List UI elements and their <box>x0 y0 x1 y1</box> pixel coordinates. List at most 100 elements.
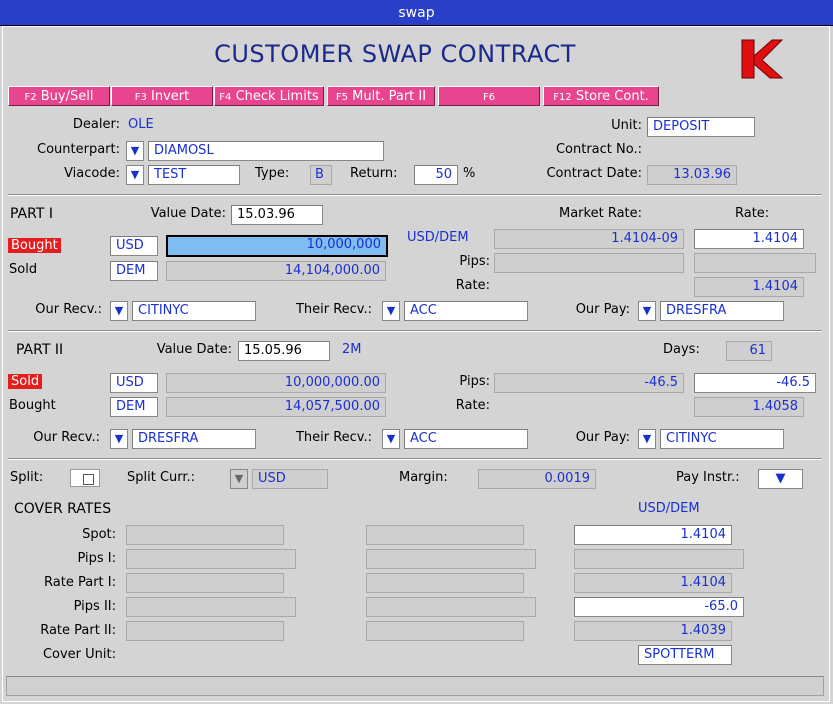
part-ii-value-date-label: Value Date: <box>156 342 232 357</box>
rate-part-i-label: Rate Part I: <box>44 575 116 590</box>
contract-date-label: Contract Date: <box>546 166 642 181</box>
pay-instr-label: Pay Instr.: <box>676 470 740 485</box>
part-ii-bought-currency-field[interactable]: DEM <box>110 397 158 417</box>
split-checkbox[interactable] <box>70 469 100 487</box>
split-curr-field: USD <box>252 469 328 489</box>
part-ii-our-pay-field[interactable]: CITINYC <box>660 429 784 449</box>
pips-i-label: Pips I: <box>77 551 116 566</box>
unit-field[interactable]: DEPOSIT <box>647 117 755 137</box>
viacode-dropdown-icon[interactable]: ▼ <box>126 165 144 185</box>
part-i-pips-market-field <box>494 253 684 273</box>
part-i-our-recv-dropdown-icon[interactable]: ▼ <box>110 301 128 321</box>
part-ii-our-pay-dropdown-icon[interactable]: ▼ <box>638 429 656 449</box>
market-rate-label: Market Rate: <box>559 206 643 221</box>
unit-label: Unit: <box>611 118 642 133</box>
part-ii-their-recv-dropdown-icon[interactable]: ▼ <box>382 429 400 449</box>
counterpart-dropdown-icon[interactable]: ▼ <box>126 141 144 161</box>
pay-instr-dropdown-icon[interactable]: ▼ <box>758 469 803 489</box>
f12-store-contract-button[interactable]: F12 Store Cont. <box>543 86 659 106</box>
part-i-pips-field <box>694 253 816 273</box>
part-i-bought-amount-field[interactable]: 10,000,000 <box>166 235 388 257</box>
part-i-their-recv-label: Their Recv.: <box>295 302 372 317</box>
part-i-value-date-field[interactable]: 15.03.96 <box>231 205 323 225</box>
spot-label: Spot: <box>82 527 116 542</box>
counterpart-label: Counterpart: <box>37 142 120 157</box>
sold-tag: Sold <box>8 373 43 390</box>
part-ii-our-recv-field[interactable]: DRESFRA <box>132 429 256 449</box>
bought-tag: Bought <box>8 237 61 254</box>
viacode-field[interactable]: TEST <box>148 165 240 185</box>
spot-field-3[interactable]: 1.4104 <box>574 525 732 545</box>
part-i-bought-currency-field[interactable]: USD <box>110 236 158 256</box>
type-label: Type: <box>255 166 290 181</box>
part-i-our-pay-label: Our Pay: <box>575 302 630 317</box>
rate-part-i-field-2 <box>366 573 524 593</box>
divider <box>8 194 822 196</box>
company-logo <box>741 39 784 79</box>
pips-ii-field-2 <box>366 597 536 617</box>
dealer-value: OLE <box>128 117 154 132</box>
part-ii-pips-label: Pips: <box>459 374 490 389</box>
cover-unit-field[interactable]: SPOTTERM <box>638 645 732 665</box>
split-curr-dropdown-icon[interactable]: ▼ <box>230 469 248 489</box>
rate-part-ii-label: Rate Part II: <box>40 623 116 638</box>
part-i-our-recv-field[interactable]: CITINYC <box>132 301 256 321</box>
part-i-currency-pair: USD/DEM <box>407 230 469 245</box>
page-title: CUSTOMER SWAP CONTRACT <box>214 40 576 68</box>
part-ii-value-date-field[interactable]: 15.05.96 <box>238 341 330 361</box>
percent-label: % <box>463 166 476 181</box>
part-i-sold-amount-field: 14,104,000.00 <box>166 261 386 281</box>
part-i-rate-field[interactable]: 1.4104 <box>694 229 804 249</box>
part-ii-rate-label: Rate: <box>455 398 490 413</box>
f5-mult-part-ii-button[interactable]: F5 Mult. Part II <box>327 86 435 106</box>
days-label: Days: <box>663 342 700 357</box>
cover-unit-label: Cover Unit: <box>42 647 116 662</box>
part-ii-their-recv-field[interactable]: ACC <box>404 429 528 449</box>
part-i-our-pay-dropdown-icon[interactable]: ▼ <box>638 301 656 321</box>
part-i-their-recv-field[interactable]: ACC <box>404 301 528 321</box>
rate-part-i-field-1 <box>126 573 284 593</box>
pips-ii-field-3[interactable]: -65.0 <box>574 597 744 617</box>
part-i-pips-label: Pips: <box>459 254 490 269</box>
part-i-our-pay-field[interactable]: DRESFRA <box>660 301 784 321</box>
pips-i-field-1 <box>126 549 296 569</box>
part-ii-sold-amount-field: 10,000,000.00 <box>166 373 386 393</box>
part-ii-title: PART II <box>16 342 64 358</box>
part-i-final-rate-field: 1.4104 <box>694 277 804 297</box>
part-ii-our-recv-dropdown-icon[interactable]: ▼ <box>110 429 128 449</box>
type-field: B <box>310 165 332 185</box>
f4-check-limits-button[interactable]: F4 Check Limits <box>214 86 324 106</box>
rate-part-ii-field-3: 1.4039 <box>574 621 732 641</box>
part-ii-our-pay-label: Our Pay: <box>575 430 630 445</box>
counterpart-field[interactable]: DIAMOSL <box>148 141 384 161</box>
contract-no-label: Contract No.: <box>555 142 642 157</box>
part-i-sold-label: Sold <box>9 262 38 277</box>
f3-invert-button[interactable]: F3 Invert <box>111 86 213 106</box>
window-title: swap <box>0 0 833 26</box>
part-i-sold-currency-field[interactable]: DEM <box>110 261 158 281</box>
viacode-label: Viacode: <box>64 166 120 181</box>
pips-ii-label: Pips II: <box>73 599 116 614</box>
pips-ii-field-1 <box>126 597 296 617</box>
divider <box>8 330 822 332</box>
part-ii-pips-market-field: -46.5 <box>494 373 684 393</box>
part-ii-bought-label: Bought <box>9 398 56 413</box>
part-ii-period: 2M <box>342 342 362 357</box>
part-ii-their-recv-label: Their Recv.: <box>295 430 372 445</box>
part-ii-pips-field[interactable]: -46.5 <box>694 373 816 393</box>
return-field[interactable]: 50 <box>414 165 458 185</box>
margin-field: 0.0019 <box>478 469 596 489</box>
divider <box>8 458 822 460</box>
f6-button[interactable]: F6 <box>438 86 540 106</box>
rate-part-ii-field-1 <box>126 621 284 641</box>
part-i-their-recv-dropdown-icon[interactable]: ▼ <box>382 301 400 321</box>
f2-buy-sell-button[interactable]: F2 Buy/Sell <box>8 86 110 106</box>
contract-date-field: 13.03.96 <box>647 165 737 185</box>
part-ii-bought-amount-field: 14,057,500.00 <box>166 397 386 417</box>
cover-rates-title: COVER RATES <box>14 501 112 517</box>
split-label: Split: <box>10 470 44 485</box>
pips-i-field-2 <box>366 549 536 569</box>
part-ii-rate-field: 1.4058 <box>694 397 804 417</box>
part-ii-sold-currency-field[interactable]: USD <box>110 373 158 393</box>
rate-part-i-field-3: 1.4104 <box>574 573 732 593</box>
